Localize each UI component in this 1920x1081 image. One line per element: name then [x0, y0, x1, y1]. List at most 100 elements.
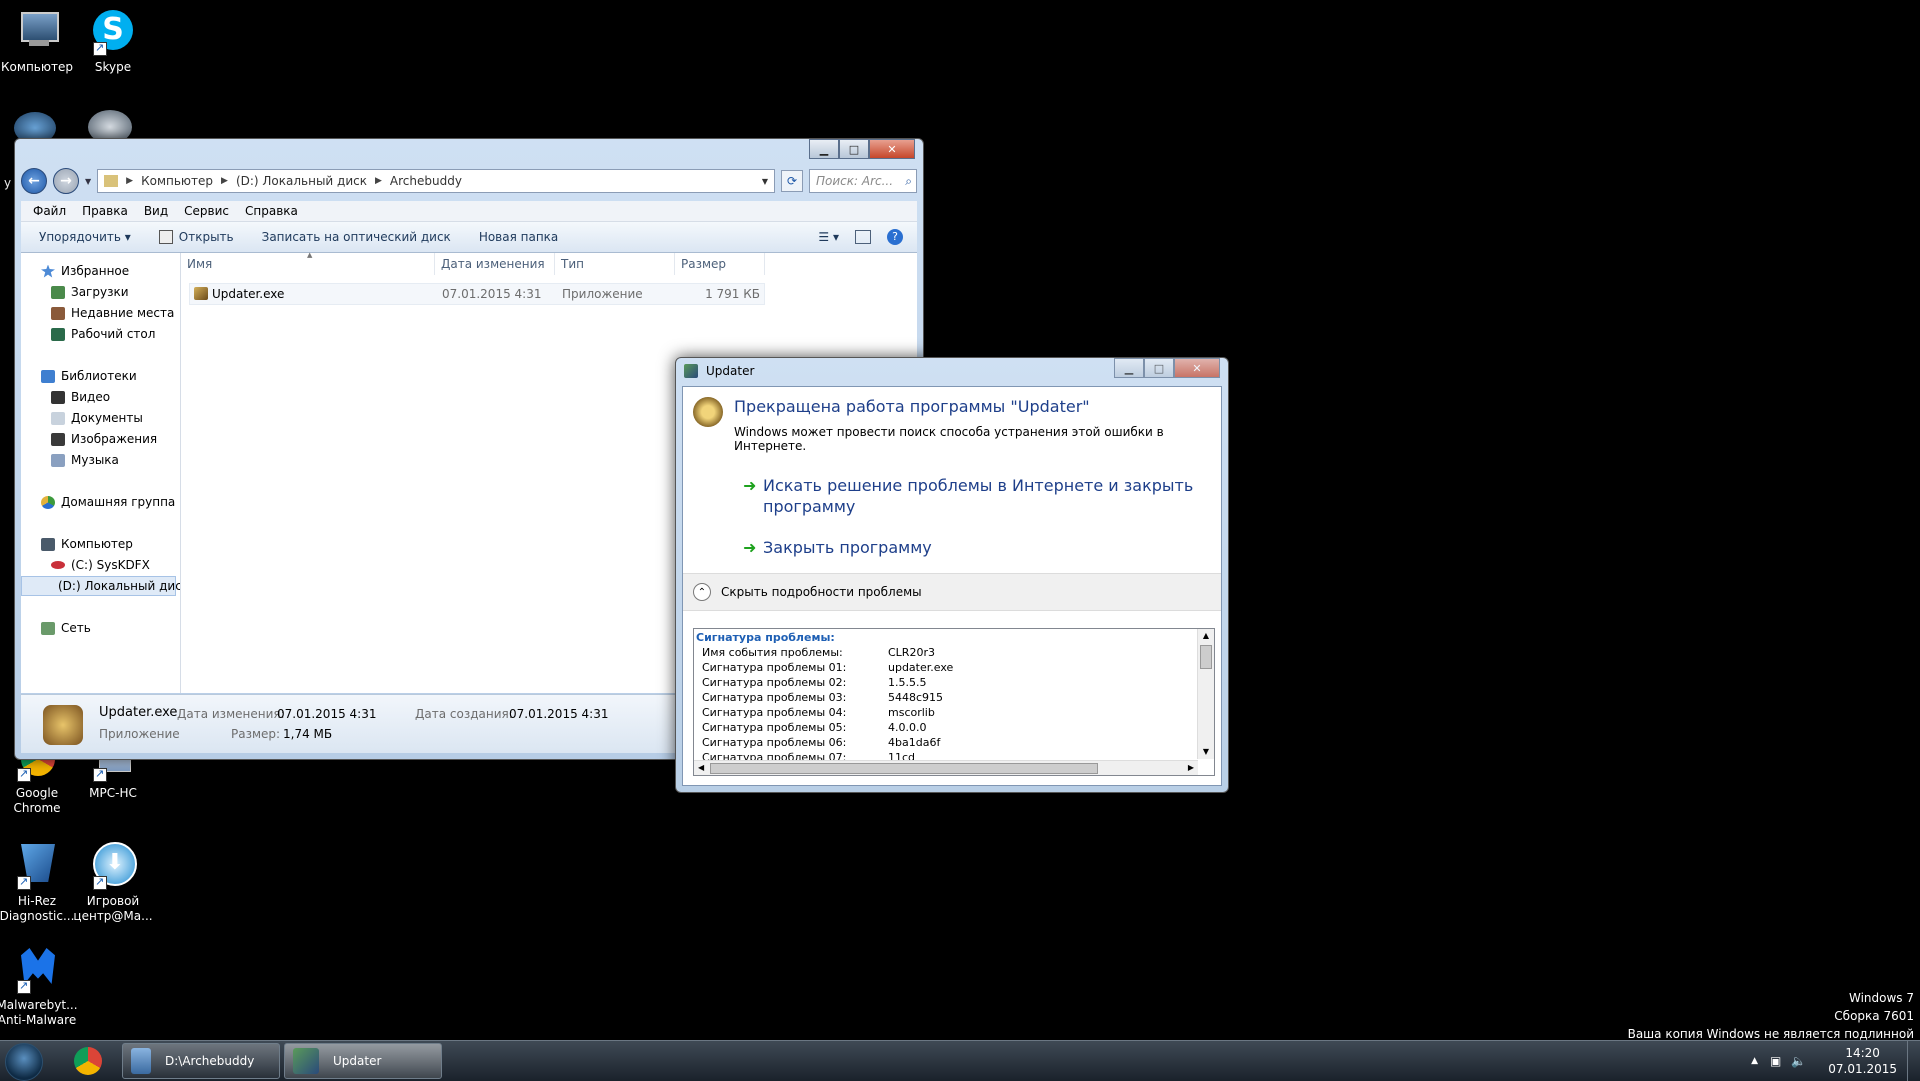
details-file-name: Updater.exe — [99, 705, 178, 720]
menu-edit[interactable]: Правка — [82, 204, 128, 218]
maximize-button[interactable]: □ — [839, 139, 869, 159]
exe-large-icon — [43, 705, 83, 745]
dialog-body: Прекращена работа программы "Updater" Wi… — [682, 386, 1222, 786]
hide-details-toggle[interactable]: ⌃ Скрыть подробности проблемы — [683, 573, 1221, 611]
search-input[interactable]: Поиск: Arc... ⌕ — [809, 169, 917, 193]
nav-desktop[interactable]: Рабочий стол — [51, 324, 155, 344]
window-controls: ▁ □ ✕ — [809, 139, 915, 159]
minimize-button[interactable]: ▁ — [809, 139, 839, 159]
nav-favorites[interactable]: Избранное — [41, 261, 129, 281]
chrome-taskbar-icon[interactable] — [74, 1047, 102, 1075]
command-bar: Упорядочить ▾ Открыть Записать на оптиче… — [21, 222, 917, 253]
breadcrumb-item[interactable]: Компьютер — [141, 174, 213, 188]
horizontal-scrollbar[interactable]: ◀ ▶ — [694, 760, 1198, 775]
volume-icon[interactable]: 🔈 — [1791, 1054, 1806, 1068]
nav-homegroup[interactable]: Домашняя группа — [41, 492, 175, 512]
scroll-thumb[interactable] — [1200, 645, 1212, 669]
close-button[interactable]: ✕ — [1174, 358, 1220, 378]
help-icon[interactable]: ? — [887, 229, 903, 245]
start-button[interactable] — [5, 1043, 43, 1081]
search-solution-button[interactable]: ➜ Искать решение проблемы в Интернете и … — [743, 475, 1193, 517]
show-hidden-icons-icon[interactable]: ▲ — [1751, 1056, 1758, 1066]
network-tray-icon[interactable]: ▣ — [1770, 1054, 1781, 1068]
new-folder-button[interactable]: Новая папка — [479, 230, 558, 244]
menu-file[interactable]: Файл — [33, 204, 66, 218]
sort-arrow-icon: ▲ — [307, 251, 313, 259]
scroll-down-arrow-icon[interactable]: ▼ — [1198, 745, 1214, 759]
file-name: Updater.exe — [212, 287, 285, 301]
scroll-left-arrow-icon[interactable]: ◀ — [698, 761, 704, 775]
desktop-icon-label: Chrome — [13, 801, 61, 815]
column-header-size[interactable]: Размер — [675, 253, 765, 275]
nav-network[interactable]: Сеть — [41, 618, 91, 638]
column-header-type[interactable]: Тип — [555, 253, 675, 275]
system-tray: ▲ ▣ 🔈 14:20 07.01.2015 — [1751, 1041, 1920, 1081]
refresh-button[interactable]: ⟳ — [781, 170, 803, 192]
nav-images[interactable]: Изображения — [51, 429, 157, 449]
nav-downloads[interactable]: Загрузки — [51, 282, 129, 302]
updater-app-icon — [684, 364, 698, 378]
nav-documents[interactable]: Документы — [51, 408, 143, 428]
history-dropdown-icon[interactable]: ▼ — [85, 177, 91, 186]
dialog-title: Updater — [706, 364, 755, 378]
show-desktop-button[interactable] — [1907, 1041, 1920, 1081]
nav-libraries[interactable]: Библиотеки — [41, 366, 137, 386]
signature-row: Сигнатура проблемы 02: 1.5.5.5 — [702, 676, 927, 689]
problem-signature-box[interactable]: Сигнатура проблемы: Имя события проблемы… — [693, 628, 1215, 776]
updater-crash-dialog[interactable]: Updater ▁ □ ✕ Прекращена работа программ… — [675, 357, 1229, 793]
downloads-icon — [51, 285, 65, 299]
crash-gears-icon — [693, 397, 723, 427]
scroll-thumb[interactable] — [710, 763, 1098, 774]
nav-recent[interactable]: Недавние места — [51, 303, 174, 323]
taskbar-explorer[interactable]: D:\Archebuddy — [122, 1043, 280, 1079]
desktop-icon-skype[interactable]: S Skype — [68, 8, 158, 75]
star-icon — [41, 264, 55, 278]
menu-tools[interactable]: Сервис — [184, 204, 229, 218]
breadcrumb-item[interactable]: (D:) Локальный диск — [236, 174, 367, 188]
libraries-icon — [41, 369, 55, 383]
details-size-label: Размер: — [231, 727, 281, 741]
desktop-icon-malwarebytes[interactable]: Malwarebyt... Anti-Malware — [0, 946, 82, 1028]
menu-help[interactable]: Справка — [245, 204, 298, 218]
details-type: Приложение — [99, 727, 180, 741]
organize-button[interactable]: Упорядочить ▾ — [39, 230, 131, 244]
nav-music[interactable]: Музыка — [51, 450, 119, 470]
network-icon — [41, 621, 55, 635]
desktop-icon-label: MPC-HC — [89, 786, 137, 800]
address-dropdown-icon[interactable]: ▼ — [762, 177, 768, 186]
desktop-icon-label: Malwarebyt... — [0, 998, 78, 1012]
scroll-right-arrow-icon[interactable]: ▶ — [1188, 761, 1194, 775]
close-program-button[interactable]: ➜ Закрыть программу — [743, 537, 932, 558]
nav-drive-c[interactable]: (C:) SysKDFX — [51, 555, 150, 575]
details-modified-label: Дата изменения: — [177, 707, 285, 721]
taskbar-updater[interactable]: Updater — [284, 1043, 442, 1079]
minimize-button[interactable]: ▁ — [1114, 358, 1144, 378]
desktop-icon — [51, 327, 65, 341]
forward-button[interactable]: → — [53, 168, 79, 194]
nav-computer[interactable]: Компьютер — [41, 534, 133, 554]
close-button[interactable]: ✕ — [869, 139, 915, 159]
back-button[interactable]: ← — [21, 168, 47, 194]
open-button[interactable]: Открыть — [158, 230, 234, 244]
search-icon[interactable]: ⌕ — [905, 174, 912, 189]
dialog-subtext: Windows может провести поиск способа уст… — [734, 425, 1164, 453]
file-date: 07.01.2015 4:31 — [442, 287, 542, 301]
burn-button[interactable]: Записать на оптический диск — [262, 230, 451, 244]
address-bar[interactable]: ▶ Компьютер ▶ (D:) Локальный диск ▶ Arch… — [97, 169, 775, 193]
menu-view[interactable]: Вид — [144, 204, 168, 218]
clock[interactable]: 14:20 07.01.2015 — [1828, 1045, 1897, 1077]
maximize-button[interactable]: □ — [1144, 358, 1174, 378]
search-placeholder: Поиск: Arc... — [816, 174, 894, 188]
signature-row: Имя события проблемы: CLR20r3 — [702, 646, 935, 659]
desktop-icon-game-center[interactable]: ⬇ Игровой центр@Ma... — [68, 842, 158, 924]
table-row[interactable]: Updater.exe 07.01.2015 4:31 Приложение 1… — [189, 283, 765, 305]
homegroup-icon — [41, 495, 55, 509]
breadcrumb-item[interactable]: Archebuddy — [390, 174, 462, 188]
nav-drive-d[interactable]: (D:) Локальный дис — [21, 576, 180, 596]
scroll-up-arrow-icon[interactable]: ▲ — [1198, 629, 1214, 643]
view-options-icon[interactable]: ☰ ▾ — [818, 230, 839, 244]
column-header-date[interactable]: Дата изменения — [435, 253, 555, 275]
preview-pane-icon[interactable] — [855, 230, 871, 244]
vertical-scrollbar[interactable]: ▲ ▼ — [1197, 629, 1214, 759]
nav-video[interactable]: Видео — [51, 387, 110, 407]
